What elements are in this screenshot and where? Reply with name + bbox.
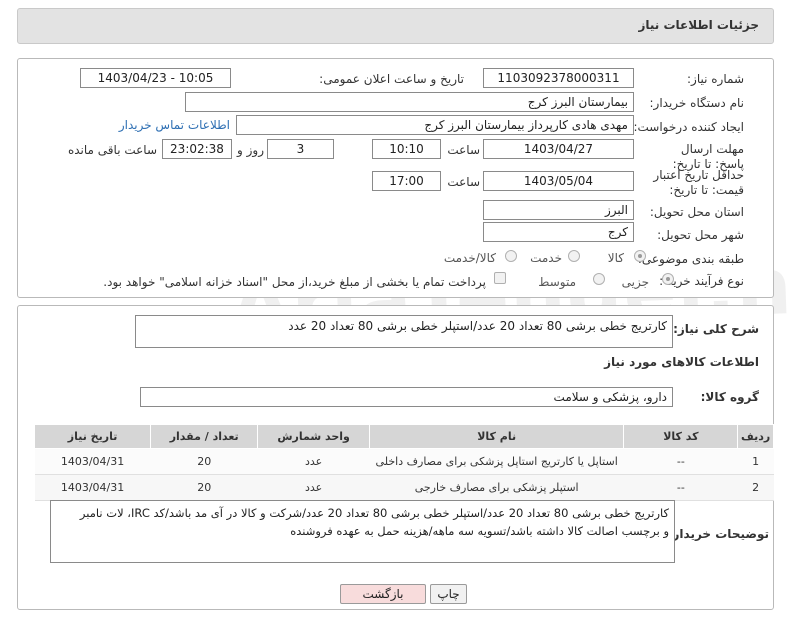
cell-need-date: 1403/04/31: [34, 474, 151, 501]
purchase-option-medium: متوسط: [538, 275, 576, 289]
table-row[interactable]: 1 -- استاپل یا کارتریج استاپل پزشکی برای…: [34, 448, 774, 475]
cell-quantity: 20: [150, 474, 258, 501]
deadline-time-label: ساعت: [447, 143, 480, 157]
cell-quantity: 20: [150, 448, 258, 475]
remaining-label: ساعت باقی مانده: [67, 143, 157, 157]
days-remaining-field[interactable]: 3: [267, 139, 334, 159]
column-header-goods-code: کد کالا: [623, 424, 739, 449]
validity-time-label: ساعت: [447, 175, 480, 189]
goods-section-title: اطلاعات کالاهای مورد نیاز: [604, 355, 759, 369]
cell-unit: عدد: [257, 448, 370, 475]
description-field[interactable]: کارتریج خطی برشی 80 تعداد 20 عدد/استپلر …: [135, 315, 673, 348]
table-row[interactable]: 2 -- استپلر پزشکی برای مصارف خارجی عدد 2…: [34, 474, 774, 501]
column-header-quantity: تعداد / مقدار: [150, 424, 259, 449]
buyer-label: نام دستگاه خریدار:: [649, 96, 745, 110]
buyer-notes-field[interactable]: کارتریج خطی برشی 80 تعداد 20 عدد/استپلر …: [50, 500, 675, 563]
remaining-time-field[interactable]: 23:02:38: [162, 139, 232, 159]
creator-field[interactable]: مهدی هادی کارپرداز بیمارستان البرز کرج: [236, 115, 634, 135]
goods-group-label: گروه کالا:: [700, 390, 759, 404]
buyer-contact-link[interactable]: اطلاعات تماس خریدار: [119, 118, 230, 132]
city-label: شهر محل تحویل:: [657, 228, 744, 242]
buyer-notes-label: توضیحات خریدار:: [667, 527, 769, 541]
cell-unit: عدد: [257, 474, 370, 501]
buyer-notes-line-1: کارتریج خطی برشی 80 تعداد 20 عدد/استپلر …: [79, 506, 669, 520]
creator-label: ایجاد کننده درخواست:: [633, 120, 744, 134]
page-title: جزئیات اطلاعات نیاز: [638, 18, 759, 32]
goods-table: ردیف کد کالا نام کالا واحد شمارش تعداد /…: [33, 424, 774, 501]
cell-need-date: 1403/04/31: [34, 448, 151, 475]
page-header: جزئیات اطلاعات نیاز: [17, 8, 774, 44]
cell-goods-code: --: [623, 474, 738, 501]
announce-datetime-label: تاریخ و ساعت اعلان عمومی:: [319, 72, 464, 86]
cell-goods-name: استاپل یا کارتریج استاپل پزشکی برای مصار…: [369, 448, 624, 475]
cell-row-number: 2: [737, 474, 774, 501]
category-radio-goods-service[interactable]: [505, 250, 517, 262]
buyer-field[interactable]: بیمارستان البرز کرج: [185, 92, 634, 112]
treasury-payment-note: پرداخت تمام یا بخشی از مبلغ خرید،از محل …: [103, 275, 486, 289]
province-field[interactable]: البرز: [483, 200, 634, 220]
days-label: روز و: [237, 143, 264, 157]
category-option-goods-service: کالا/خدمت: [443, 251, 496, 265]
description-label: شرح کلی نیاز:: [673, 322, 759, 336]
buyer-notes-line-2: و برچسب اصالت کالا داشته باشد/تسویه سه م…: [290, 524, 669, 538]
purchase-option-minor: جزیی: [621, 275, 649, 289]
need-number-field[interactable]: 1103092378000311: [483, 68, 634, 88]
category-radio-goods[interactable]: [634, 250, 646, 262]
validity-time-field[interactable]: 17:00: [372, 171, 441, 191]
table-header-row: ردیف کد کالا نام کالا واحد شمارش تعداد /…: [33, 424, 774, 449]
deadline-time-field[interactable]: 10:10: [372, 139, 441, 159]
min-validity-label: حداقل تاریخ اعتبار قیمت: تا تاریخ:: [653, 168, 744, 197]
category-radio-service[interactable]: [568, 250, 580, 262]
print-button[interactable]: چاپ: [430, 584, 467, 604]
back-button[interactable]: بازگشت: [340, 584, 426, 604]
province-label: استان محل تحویل:: [649, 205, 744, 219]
cell-goods-name: استپلر پزشکی برای مصارف خارجی: [369, 474, 624, 501]
column-header-row-number: ردیف: [737, 424, 774, 449]
need-number-label: شماره نیاز:: [687, 72, 744, 86]
purchase-radio-minor[interactable]: [662, 273, 674, 285]
announce-datetime-field[interactable]: 1403/04/23 - 10:05: [80, 68, 231, 88]
deadline-date-field[interactable]: 1403/04/27: [483, 139, 634, 159]
cell-row-number: 1: [737, 448, 774, 475]
category-option-goods: کالا: [607, 251, 624, 265]
treasury-payment-checkbox[interactable]: [494, 272, 506, 284]
city-field[interactable]: کرج: [483, 222, 634, 242]
category-option-service: خدمت: [530, 251, 562, 265]
validity-date-field[interactable]: 1403/05/04: [483, 171, 634, 191]
column-header-goods-name: نام کالا: [368, 424, 625, 449]
column-header-unit: واحد شمارش: [257, 424, 370, 449]
cell-goods-code: --: [623, 448, 738, 475]
column-header-need-date: تاریخ نیاز: [33, 424, 152, 449]
category-label: طبقه بندی موضوعی:: [637, 252, 744, 266]
goods-group-field[interactable]: دارو، پزشکی و سلامت: [140, 387, 673, 407]
purchase-radio-medium[interactable]: [593, 273, 605, 285]
